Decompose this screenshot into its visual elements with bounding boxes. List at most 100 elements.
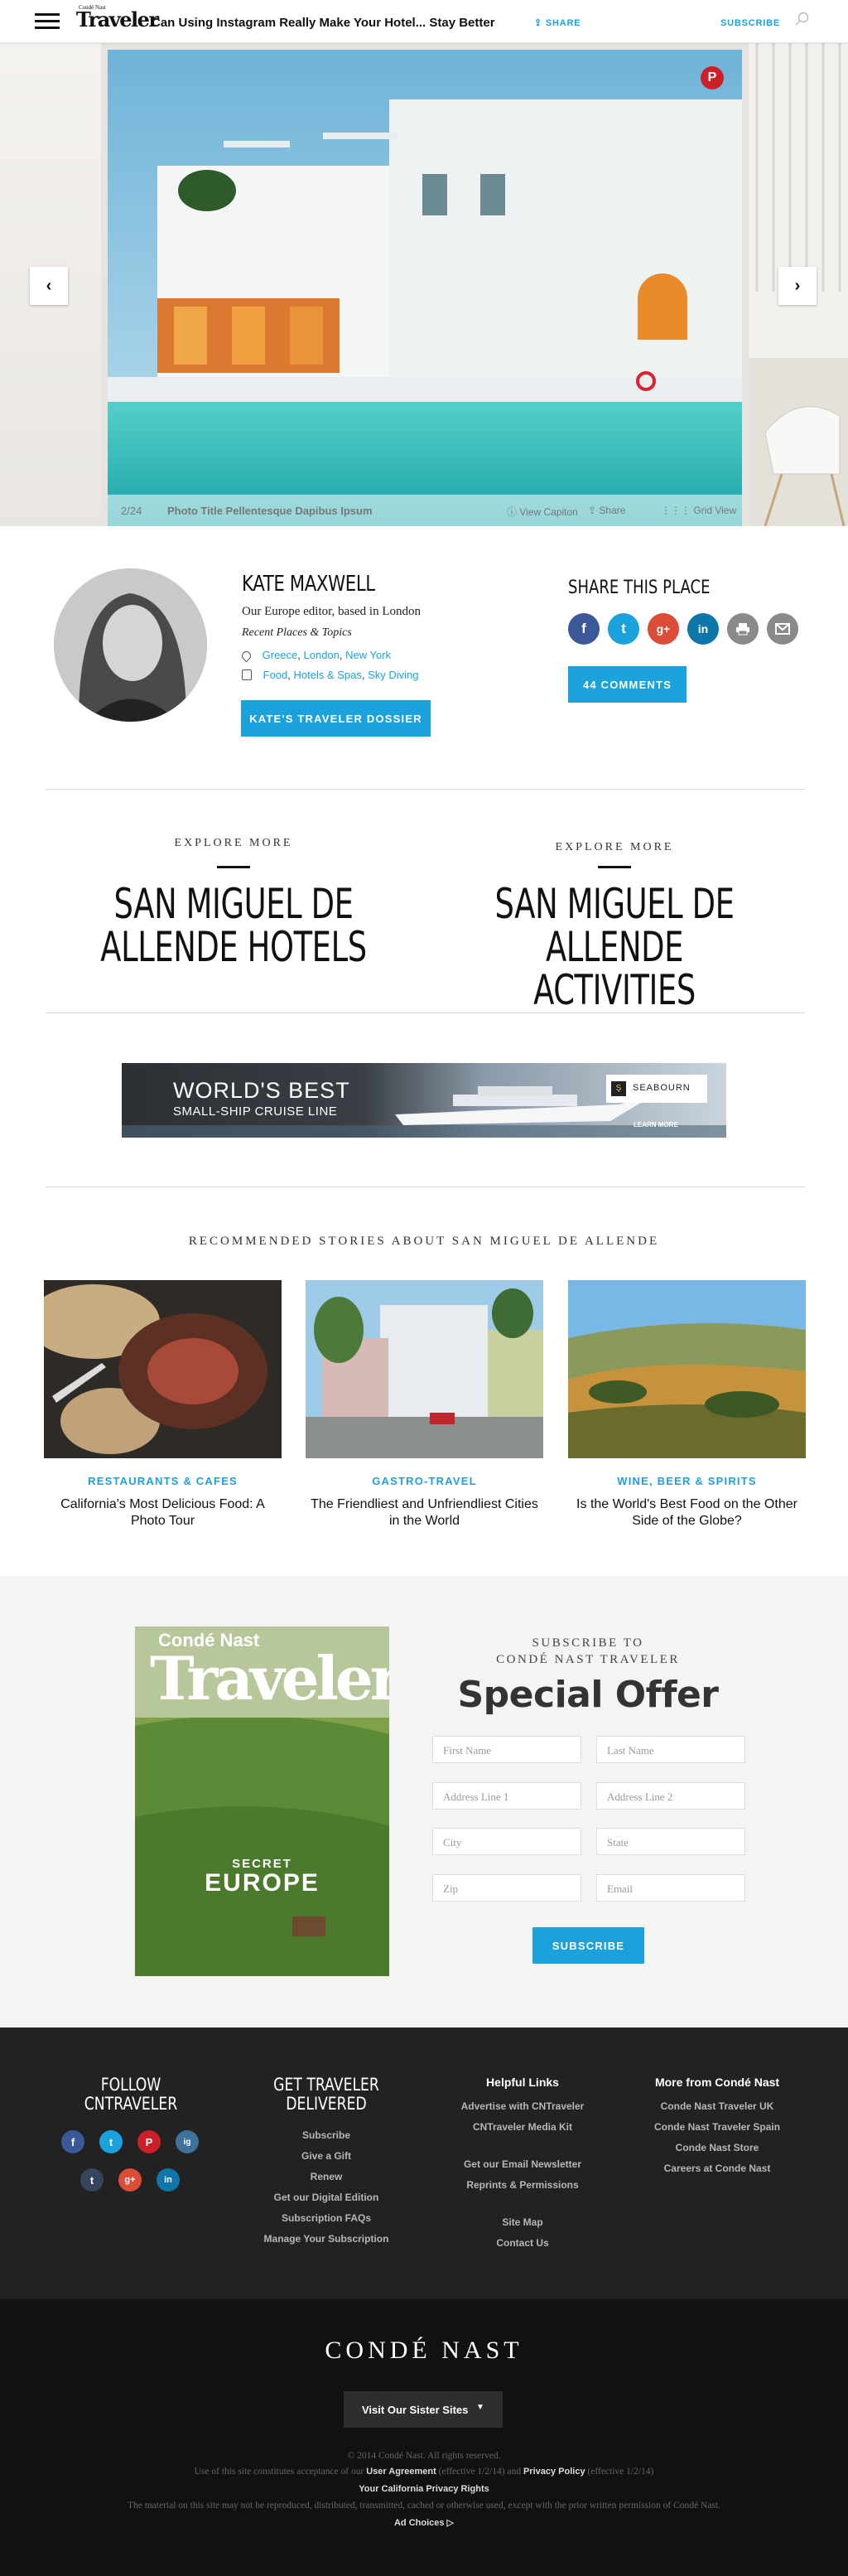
topic-link[interactable]: Hotels & Spas [294,669,362,681]
story-image[interactable] [568,1280,806,1458]
footer-link[interactable]: Give a Gift [243,2150,409,2162]
tumblr-icon[interactable]: t [80,2168,104,2192]
magazine-cover[interactable]: Condé Nast Traveler SECRET EUROPE [135,1626,389,1976]
sister-sites-dropdown[interactable]: Visit Our Sister Sites ▼ [344,2391,503,2428]
story-title[interactable]: California's Most Delicious Food: A Phot… [44,1496,282,1530]
footer-link[interactable]: Get our Email Newsletter [423,2158,622,2170]
instagram-icon[interactable]: ig [176,2130,199,2153]
california-privacy-link[interactable]: Your California Privacy Rights [359,2484,489,2494]
footer-link[interactable]: Careers at Conde Nast [618,2163,817,2174]
place-link[interactable]: Greece [263,649,298,661]
pinterest-icon[interactable]: P [701,66,724,89]
email-field[interactable]: Email [596,1874,745,1902]
first-name-field[interactable]: First Name [432,1736,581,1763]
view-caption-button[interactable]: ⓘ View Capiton [507,505,578,519]
special-offer-heading: Special Offer [457,1674,719,1716]
mail-icon[interactable] [767,613,798,645]
explore-title[interactable]: SAN MIGUEL DE ALLENDE ACTIVITIES [465,882,764,1012]
ad-brand-box: Ş SEABOURN [606,1075,707,1103]
hotel-pool-photo [108,50,742,526]
privacy-policy-link[interactable]: Privacy Policy [523,2467,585,2477]
recommended-heading: RECOMMENDED STORIES ABOUT SAN MIGUEL DE … [188,1235,660,1248]
footer-link[interactable]: Subscription FAQs [243,2212,409,2224]
story-image[interactable] [44,1280,282,1458]
gallery-next-button[interactable]: › [778,267,817,305]
state-field[interactable]: State [596,1828,745,1855]
footer-link[interactable]: Manage Your Subscription [243,2233,409,2245]
google-plus-icon[interactable]: g+ [648,613,679,645]
subscribe-button[interactable]: SUBSCRIBE [532,1927,644,1964]
footer-link[interactable]: Conde Nast Store [618,2142,817,2153]
place-link[interactable]: London [304,649,340,661]
comments-button[interactable]: 44 COMMENTS [568,666,687,703]
footer-link[interactable]: Reprints & Permissions [423,2179,622,2191]
gallery-share-button[interactable]: ⇪ Share [588,505,625,516]
terms-line: Use of this site constitutes acceptance … [0,2467,848,2477]
google-plus-icon[interactable]: g+ [118,2168,142,2192]
print-icon[interactable] [727,613,759,645]
place-link[interactable]: New York [345,649,391,661]
twitter-icon[interactable]: t [608,613,639,645]
menu-icon[interactable] [35,13,60,30]
footer-link[interactable]: Site Map [423,2216,622,2228]
footer-link[interactable]: Advertise with CNTraveler [423,2100,622,2112]
address-line2-field[interactable]: Address Line 2 [596,1782,745,1810]
grid-view-button[interactable]: ⋮⋮⋮ Grid View [661,505,736,516]
conde-nast-logo[interactable]: CONDÉ NAST [0,2337,848,2365]
search-icon[interactable] [795,12,810,27]
story-image[interactable] [306,1280,543,1458]
footer-link[interactable]: Get our Digital Edition [243,2192,409,2203]
story-category[interactable]: WINE, BEER & SPIRITS [568,1475,806,1487]
share-heading: SHARE THIS PLACE [568,578,711,598]
header-share-label: SHARE [545,18,581,28]
facebook-icon[interactable]: f [568,613,600,645]
address-line1-field[interactable]: Address Line 1 [432,1782,581,1810]
document-icon [242,669,252,680]
footer-link[interactable]: Contact Us [423,2237,622,2249]
author-name[interactable]: KATE MAXWELL [242,572,375,597]
footer-link[interactable]: Conde Nast Traveler UK [618,2100,817,2112]
header-subscribe-link[interactable]: SUBSCRIBE [720,18,780,28]
linkedin-icon[interactable]: in [157,2168,180,2192]
delivered-heading-line: GET TRAVELER [273,2075,379,2095]
subscribe-kicker: CONDÉ NAST TRAVELER [496,1653,680,1666]
follow-heading: FOLLOW CNTRAVELER [63,2076,199,2114]
gallery-prev-button[interactable]: ‹ [30,267,68,305]
grid-icon: ⋮⋮⋮ [661,505,694,516]
footer-link[interactable]: Conde Nast Traveler Spain [618,2121,817,2133]
ad-brand: SEABOURN [633,1083,691,1093]
twitter-icon[interactable]: t [99,2130,123,2153]
copyright: © 2014 Condé Nast. All rights reserved. [347,2451,501,2461]
sister-sites-label: Visit Our Sister Sites [362,2404,469,2416]
article-title: Can Using Instagram Really Make Your Hot… [152,16,495,30]
ad-cta: LEARN MORE [634,1121,678,1129]
linkedin-icon[interactable]: in [687,613,719,645]
facebook-icon[interactable]: f [61,2130,84,2153]
topic-link[interactable]: Sky Diving [368,669,418,681]
last-name-field[interactable]: Last Name [596,1736,745,1763]
user-agreement-link[interactable]: User Agreement [366,2467,436,2477]
gallery-counter: 2/24 [121,505,142,517]
ad-choices-link[interactable]: Ad Choices ▷ [394,2518,454,2528]
topic-link[interactable]: Food [263,669,288,681]
story-category[interactable]: GASTRO-TRAVEL [306,1475,543,1487]
zip-field[interactable]: Zip [432,1874,581,1902]
story-title[interactable]: Is the World's Best Food on the Other Si… [568,1496,806,1530]
author-bio: Our Europe editor, based in London [242,605,422,618]
cruise-ad-banner[interactable]: WORLD'S BEST SMALL-SHIP CRUISE LINE Ş SE… [122,1063,726,1138]
delivered-heading-line: DELIVERED [286,2094,367,2114]
story-category[interactable]: RESTAURANTS & CAFES [44,1475,282,1487]
story-title[interactable]: The Friendliest and Unfriendliest Cities… [306,1496,543,1530]
footer-link[interactable]: Renew [243,2171,409,2182]
pinterest-icon[interactable]: P [137,2130,161,2153]
explore-title[interactable]: SAN MIGUEL DE ALLENDE HOTELS [84,882,383,969]
dossier-button[interactable]: KATE'S TRAVELER DOSSIER [241,700,431,737]
footer-link[interactable]: Subscribe [243,2129,409,2141]
site-header: Condé Nast Traveler Can Using Instagram … [0,0,848,43]
header-share-button[interactable]: ⇪ SHARE [534,17,581,28]
footer-link[interactable]: CNTraveler Media Kit [423,2121,622,2133]
brand-logo[interactable]: Traveler [76,7,159,31]
city-field[interactable]: City [432,1828,581,1855]
gallery-main-image[interactable] [108,50,742,526]
california-line: Your California Privacy Rights [0,2484,848,2494]
